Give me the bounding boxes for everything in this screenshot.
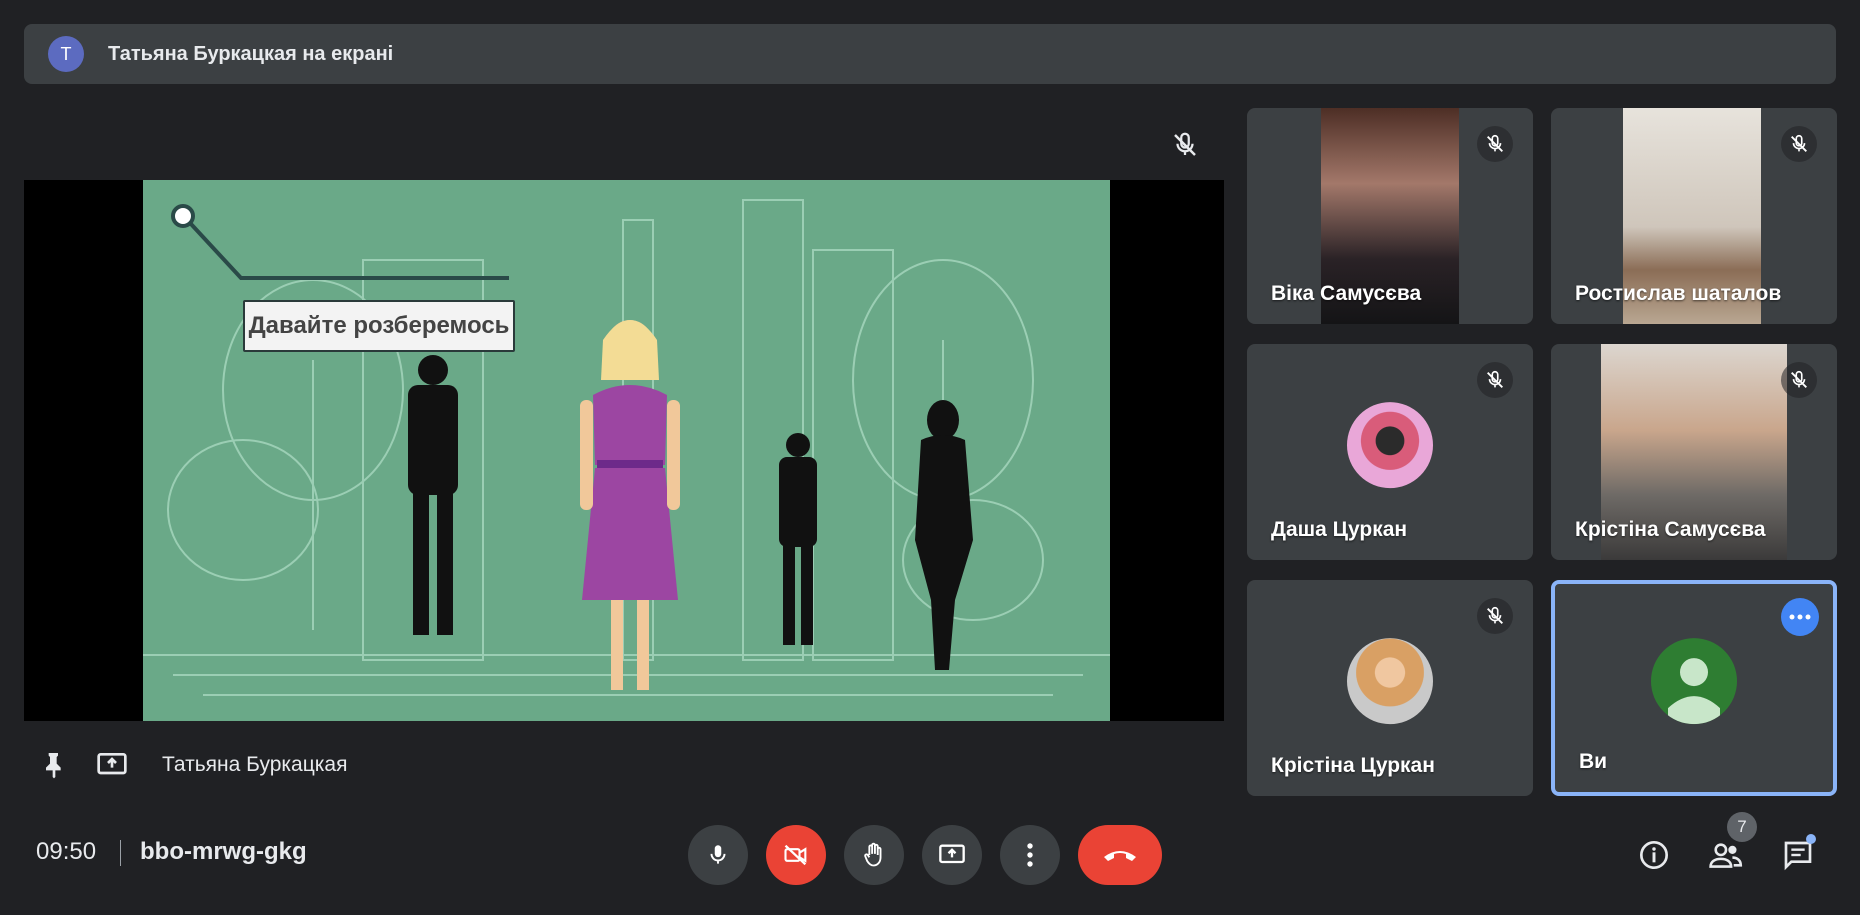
participant-name: Крістіна Самусєва [1575,518,1766,541]
participant-name: Ростислав шаталов [1575,282,1782,305]
mic-off-icon [1174,132,1196,156]
slide-illustration [143,199,1110,696]
raise-hand-button[interactable] [844,825,904,885]
participant-name: Ви [1579,750,1608,773]
participant-tile[interactable]: Крістіна Самусєва [1551,344,1837,560]
presentation-footer: Татьяна Буркацкая [24,740,347,790]
meeting-code: bbo-mrwg-gkg [140,838,307,865]
divider [120,840,121,866]
meeting-time: 09:50 [36,838,97,865]
present-button[interactable] [922,825,982,885]
presenting-screen-icon [97,753,127,775]
more-vert-icon [1027,843,1033,867]
mic-icon [710,845,726,864]
more-options-button[interactable] [1000,825,1060,885]
mic-button[interactable] [688,825,748,885]
camera-button[interactable] [766,825,826,885]
participant-tile[interactable]: Віка Самусєва [1247,108,1533,324]
participant-avatar [1347,638,1433,725]
participant-name: Даша Цуркан [1271,518,1408,541]
self-avatar-icon [1651,638,1737,725]
meeting-details-button[interactable] [1634,835,1674,875]
participant-tile[interactable]: Ростислав шаталов [1551,108,1837,324]
participant-name: Крістіна Цуркан [1271,754,1435,777]
mic-off-icon [1781,126,1817,162]
chat-notification-dot [1806,834,1816,844]
participant-avatar [1347,402,1433,489]
hang-up-icon [1104,851,1136,861]
slide-caption: Давайте розберемось [243,300,515,352]
present-icon [939,844,965,864]
participant-count-badge: 7 [1727,812,1757,842]
raise-hand-icon [864,842,882,867]
presentation-screen[interactable]: Давайте розберемось [24,180,1224,721]
camera-off-icon [784,844,807,866]
pin-icon[interactable] [38,749,70,781]
presenting-banner: T Татьяна Буркацкая на екрані [24,24,1836,84]
banner-text: Татьяна Буркацкая на екрані [108,42,394,65]
people-icon [1709,843,1743,868]
mic-off-icon [1781,362,1817,398]
participant-tile[interactable]: Даша Цуркан [1247,344,1533,560]
participant-tile[interactable]: Крістіна Цуркан [1247,580,1533,796]
participant-name: Віка Самусєва [1271,282,1422,305]
self-tile[interactable]: Ви [1551,580,1837,796]
more-options-icon[interactable] [1781,598,1819,636]
presenter-avatar: T [48,36,84,72]
info-icon [1640,841,1668,869]
presentation-slide: Давайте розберемось [143,180,1110,721]
mic-off-icon [1477,362,1513,398]
mic-off-icon [1477,598,1513,634]
mic-off-icon [1477,126,1513,162]
presenter-name: Татьяна Буркацкая [162,753,348,776]
leave-call-button[interactable] [1078,825,1162,885]
